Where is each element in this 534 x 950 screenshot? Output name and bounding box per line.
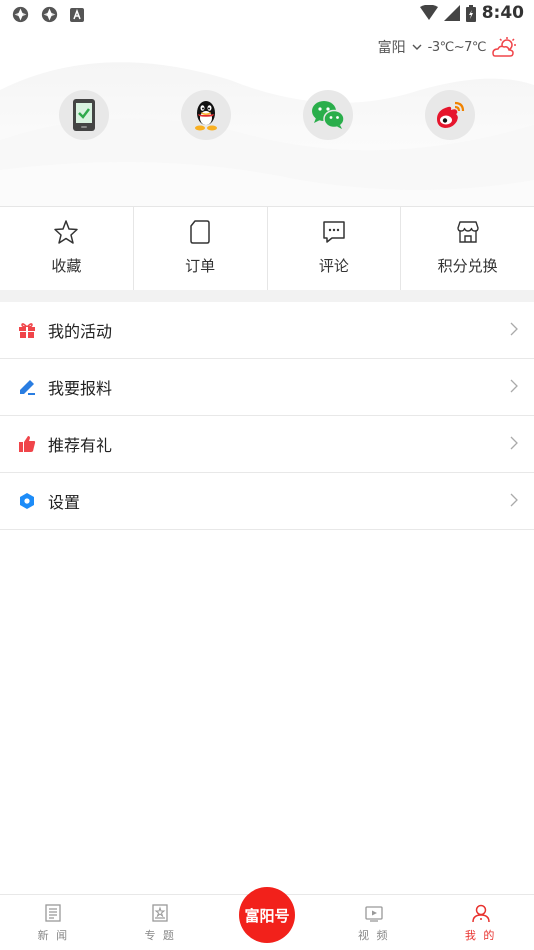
fuyang-hao-button[interactable]: 富阳号	[238, 887, 295, 943]
tab-me[interactable]: 我 的	[427, 895, 534, 950]
wechat-login-icon	[312, 101, 345, 129]
weibo-login-icon	[437, 101, 465, 128]
chevron-right-icon	[510, 493, 518, 507]
gift-icon	[19, 323, 35, 338]
menu-item-label: 我要报料	[48, 379, 113, 398]
quick-orders[interactable]: 订单	[134, 207, 268, 290]
signal-icon	[443, 5, 460, 21]
quick-comments[interactable]: 评论	[268, 207, 402, 290]
topic-icon	[152, 904, 168, 922]
tab-label: 专 题	[144, 929, 176, 942]
quick-label: 订单	[185, 257, 216, 275]
video-icon	[365, 906, 383, 922]
tab-news[interactable]: 新 闻	[0, 895, 107, 950]
tab-label: 我 的	[464, 929, 497, 942]
thumbs-up-icon	[19, 436, 36, 452]
menu-item-label: 我的活动	[48, 322, 113, 341]
menu-item-label: 设置	[48, 493, 81, 512]
status-system: 8:40	[419, 3, 524, 23]
weibo-login-button[interactable]	[425, 90, 475, 140]
store-icon	[456, 221, 479, 243]
qq-login-button[interactable]	[181, 90, 231, 140]
newspaper-icon	[45, 904, 62, 922]
menu-item-referral[interactable]: 推荐有礼	[0, 416, 534, 473]
document-icon	[190, 220, 210, 244]
quick-label: 评论	[318, 257, 349, 275]
tab-label: 视 频	[358, 929, 390, 942]
star-icon	[54, 220, 79, 244]
login-options	[0, 90, 534, 142]
partly-cloudy-icon	[492, 37, 516, 57]
menu-item-my-activities[interactable]: 我的活动	[0, 302, 534, 359]
quick-points-exchange[interactable]: 积分兑换	[401, 207, 534, 290]
notification-app-icon	[41, 6, 58, 23]
wifi-icon	[419, 5, 438, 20]
tab-fuyang-hao[interactable]: 富阳号	[214, 887, 321, 950]
clock: 8:40	[481, 3, 524, 23]
menu-item-submit-tip[interactable]: 我要报料	[0, 359, 534, 416]
status-bar: 8:40	[0, 0, 534, 30]
quick-favorites[interactable]: 收藏	[0, 207, 134, 290]
tab-video[interactable]: 视 频	[320, 895, 427, 950]
pen-icon	[20, 380, 35, 395]
chevron-down-icon	[412, 44, 422, 50]
section-divider	[0, 290, 534, 302]
status-notifications	[12, 6, 84, 23]
chevron-right-icon	[510, 379, 518, 393]
notification-app-icon	[12, 6, 29, 23]
chevron-right-icon	[510, 436, 518, 450]
user-icon	[471, 904, 490, 923]
settings-hexagon-icon	[20, 493, 34, 509]
chevron-right-icon	[510, 322, 518, 336]
temperature-range: -3℃~7℃	[427, 39, 487, 55]
city-selector[interactable]: 富阳	[378, 37, 406, 57]
center-tab-label: 富阳号	[244, 906, 290, 925]
menu-item-settings[interactable]: 设置	[0, 473, 534, 530]
wechat-login-button[interactable]	[303, 90, 353, 140]
quick-label: 积分兑换	[437, 257, 498, 275]
menu-list: 我的活动 我要报料 推荐有礼 设置	[0, 302, 534, 530]
qq-login-icon	[195, 101, 217, 131]
phone-login-icon	[73, 99, 95, 131]
tab-topics[interactable]: 专 题	[107, 895, 214, 950]
quick-label: 收藏	[51, 257, 82, 275]
comment-icon	[323, 221, 345, 243]
battery-icon	[465, 4, 476, 22]
menu-item-label: 推荐有礼	[48, 436, 113, 455]
weather-widget[interactable]: 富阳 -3℃~7℃	[378, 36, 518, 58]
tab-label: 新 闻	[37, 929, 70, 942]
quick-actions: 收藏 订单 评论 积分兑换	[0, 206, 534, 290]
bottom-tab-bar: 新 闻 专 题 富阳号 视 频 我 的	[0, 887, 534, 950]
phone-login-button[interactable]	[59, 90, 109, 140]
notification-a-icon	[70, 7, 84, 22]
